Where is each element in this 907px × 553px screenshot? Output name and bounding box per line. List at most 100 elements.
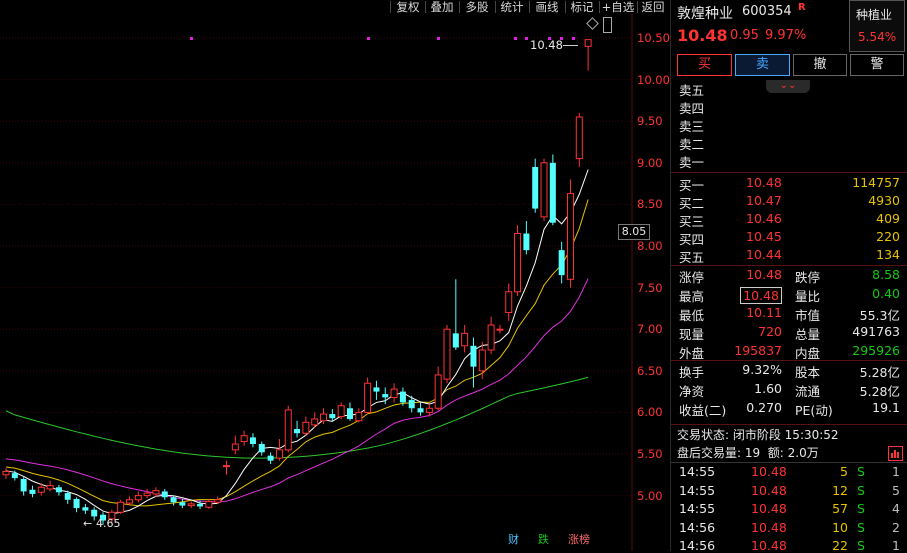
stats-divider [671,360,907,361]
stat-value: 295926 [852,343,900,358]
candle-body-up [214,499,222,503]
toolbar-multi-stock-button[interactable]: 多股 [460,0,494,14]
candle-body-up [302,421,310,434]
cancel-order-button[interactable]: 撤 [793,54,847,76]
stat-value: 55.3亿 [859,308,900,323]
bid-volume: 114757 [852,175,900,190]
signal-dot [367,37,370,40]
panel-toggle-icon[interactable] [603,17,612,33]
rise-rank-marker[interactable]: 涨榜 [568,531,590,547]
price-axis-label: 5.50 [637,447,663,461]
candle-body-down [170,497,177,503]
tick-price: 10.48 [751,519,787,535]
candle-body-up [434,374,442,409]
sell-button[interactable]: 卖 [735,54,790,76]
stat-value: 1.60 [754,381,782,396]
ask-label: 卖五 [679,83,705,98]
toolbar-draw-line-button[interactable]: 画线 [530,0,564,14]
stat-value: 491763 [852,324,900,339]
stat-value: 195837 [734,343,782,358]
candle-body-up [425,407,433,413]
stat-key: PE(动) [795,403,833,418]
candle-body-up [496,328,504,331]
stat-key: 股本 [795,365,821,380]
tick-count: 2 [892,519,900,535]
stat-key: 换手 [679,365,705,380]
current-price-tag: 8.05 [618,224,650,240]
chart-grid [0,14,633,551]
candle-body-up [205,500,213,508]
candle-body-down [470,345,477,367]
expand-depth-icon[interactable]: ⌄⌄ [766,80,810,93]
price-axis-label: 10.50 [637,31,670,45]
toolbar-fuquan-button[interactable]: 复权 [392,0,424,14]
price-change-pct: 9.97% [765,28,807,43]
buy-button[interactable]: 买 [677,54,732,76]
price-axis-label: 5.00 [637,488,663,503]
bid-price: 10.45 [746,229,782,244]
kline-chart[interactable] [0,14,670,551]
ask-label: 卖四 [679,101,705,116]
stat-value: 10.48 [746,267,782,282]
toolbar-back-button[interactable]: 返回 [638,0,668,14]
stat-key: 最高 [679,289,705,304]
stat-value: 720 [758,324,782,339]
price-axis-label: 10.00 [637,72,670,87]
ma5-path [5,169,589,515]
candle-body-up [240,435,248,443]
bar-chart-icon[interactable] [888,446,903,461]
high-pointer-line [563,45,578,46]
candle-body-up [478,349,486,372]
sector-pct: 5.54% [858,30,897,44]
ma20-path [5,278,589,503]
sector-box[interactable]: 种植业 5.54% [849,0,905,52]
toolbar-mark-button[interactable]: 标记 [566,0,598,14]
tick-price: 10.48 [751,482,787,498]
candle-body-down [179,502,186,506]
tick-side: S [857,482,865,498]
ask-label: 卖二 [679,137,705,152]
toolbar-stats-button[interactable]: 统计 [496,0,528,14]
stat-value: 19.1 [872,400,900,415]
bid-label: 买一 [679,178,705,193]
drop-marker[interactable]: 跌 [538,531,549,547]
bid-label: 买三 [679,214,705,229]
candle-body-up [566,193,574,280]
chart-toolbar: 复权 叠加 多股 统计 画线 标记 +自选 返回 [0,0,670,14]
price-axis-label: 8.50 [637,197,663,212]
toolbar-add-watchlist-button[interactable]: +自选 [600,0,636,14]
stat-value: 9.32% [742,362,782,377]
alert-button[interactable]: 警 [850,54,904,76]
stat-value: 5.28亿 [859,384,900,399]
stat-key: 收益(二) [679,403,727,418]
candle-body-up [223,465,230,468]
finance-marker[interactable]: 财 [508,531,519,547]
candle-body-down [73,498,80,509]
candle-body-up [355,411,363,422]
tick-count: 4 [892,501,900,516]
toolbar-overlay-button[interactable]: 叠加 [426,0,458,14]
depth-divider [671,172,907,173]
bid-label: 买二 [679,196,705,211]
sector-name: 种植业 [856,8,893,22]
signal-dot [525,37,528,40]
bid-price: 10.48 [746,175,782,190]
price-axis-label: 7.00 [637,322,663,337]
stat-key: 流通 [795,384,821,399]
ma10-path [5,199,589,507]
candle-body-down [408,399,415,409]
bid-volume: 220 [876,229,900,244]
candle-body-up [134,495,142,501]
tick-time: 14:56 [679,519,716,535]
candle-body-down [29,489,36,494]
ma10-line [5,199,589,507]
candlestick-series [2,39,592,525]
candle-body-down [329,414,336,419]
ma60-path [5,376,589,459]
tick-volume: 12 [832,482,848,498]
tick-side: S [857,464,865,479]
trade-status: 交易状态: 闭市阶段 15:30:52 [677,428,839,442]
candle-body-up [390,388,398,398]
high-price-label: 10.48 [530,38,563,52]
tick-volume: 5 [840,464,848,479]
